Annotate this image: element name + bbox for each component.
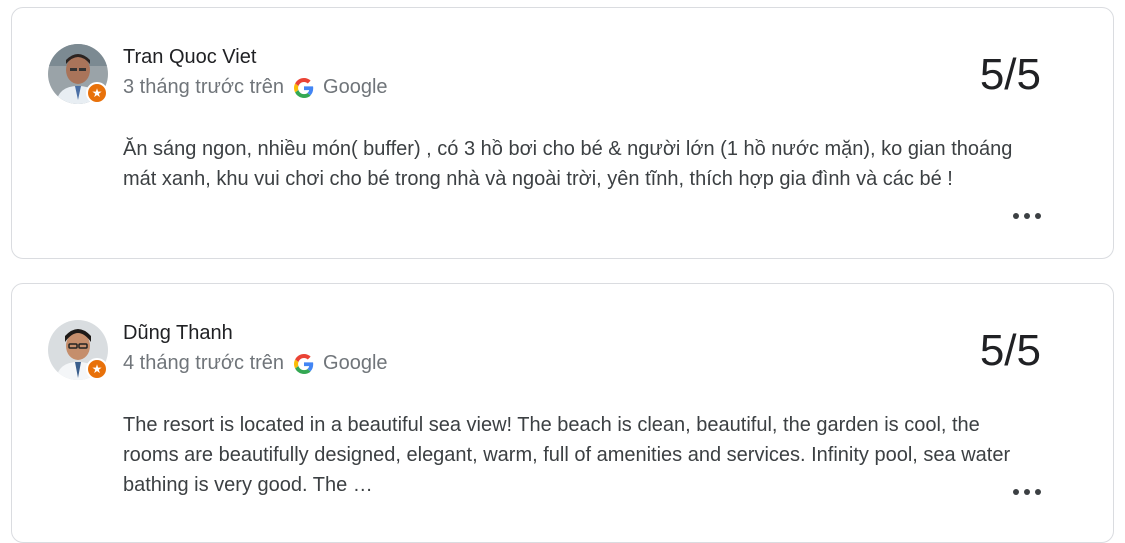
local-guide-star-icon: ★ [86,358,108,380]
review-rating: 5/5 [979,326,1041,375]
review-card: ★ Dũng Thanh 4 tháng trước trên Google 5… [11,283,1114,543]
review-time: 3 tháng trước trên [123,76,285,98]
review-meta: 4 tháng trước trên Google [123,352,388,375]
review-source: Google [323,76,388,98]
review-meta: 3 tháng trước trên Google [123,76,388,99]
review-card: ★ Tran Quoc Viet 3 tháng trước trên Goog… [11,7,1114,259]
review-text: The resort is located in a beautiful sea… [123,414,1011,496]
review-source: Google [323,352,388,374]
reviewer-name[interactable]: Dũng Thanh [123,322,233,345]
local-guide-star-icon: ★ [86,82,108,104]
more-options-icon[interactable] [1013,211,1041,221]
review-time: 4 tháng trước trên [123,352,285,374]
reviewer-name[interactable]: Tran Quoc Viet [123,46,256,69]
review-text: Ăn sáng ngon, nhiều món( buffer) , có 3 … [123,138,1013,190]
reviewer-avatar[interactable]: ★ [48,320,108,380]
google-logo-icon [294,353,314,374]
reviewer-avatar[interactable]: ★ [48,44,108,104]
review-rating: 5/5 [979,50,1041,99]
google-logo-icon [294,77,314,98]
more-options-icon[interactable] [1013,487,1041,497]
